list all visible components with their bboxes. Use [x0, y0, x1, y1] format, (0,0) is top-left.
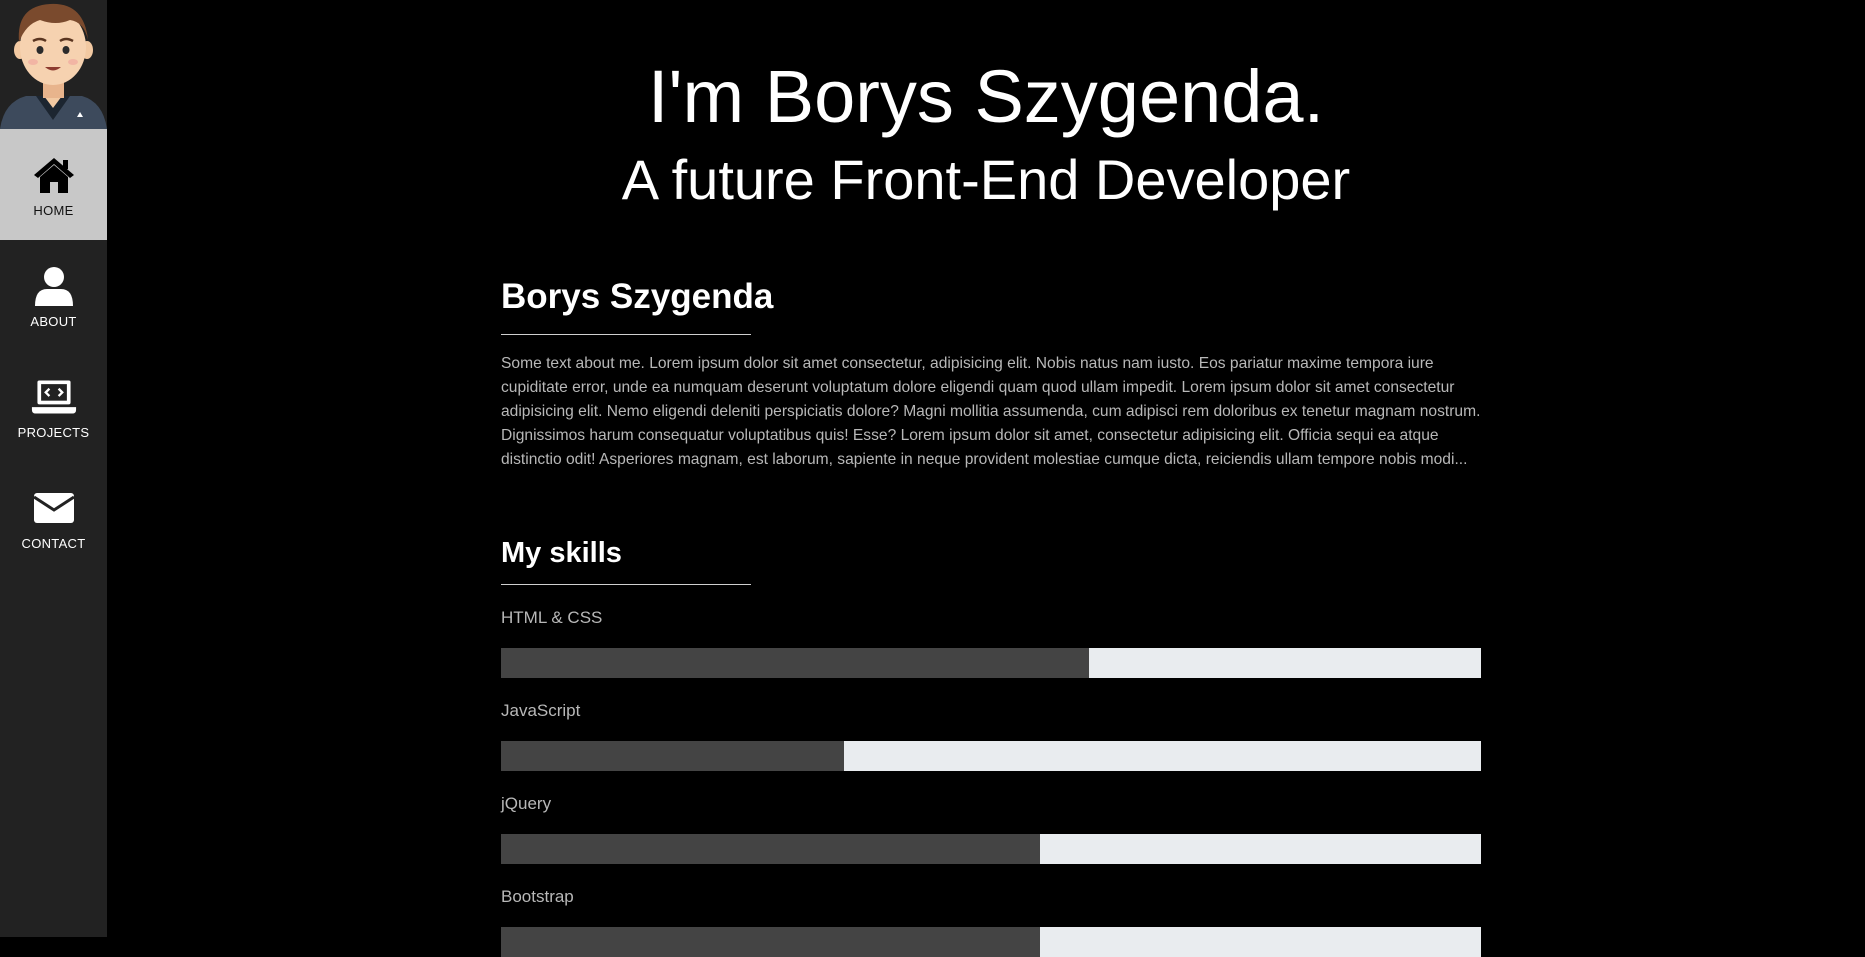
skill-progress-bar: [501, 648, 1481, 678]
skill-progress-fill: [501, 648, 1089, 678]
skill-label: jQuery: [501, 794, 552, 813]
main-content: I'm Borys Szygenda. A future Front-End D…: [107, 0, 1865, 957]
hero-subtitle: A future Front-End Developer: [621, 148, 1351, 211]
hero-title: I'm Borys Szygenda.: [647, 55, 1325, 138]
skills-divider: [501, 584, 751, 585]
user-icon: [31, 266, 77, 306]
avatar: [0, 0, 107, 129]
skill-progress-fill: [501, 834, 1040, 864]
skill-progress-fill: [501, 741, 844, 771]
nav-label-home: HOME: [33, 203, 74, 218]
nav-label-projects: PROJECTS: [17, 425, 90, 440]
nav-label-contact: CONTACT: [21, 536, 86, 551]
envelope-icon: [31, 488, 77, 528]
laptop-code-icon: [31, 377, 77, 417]
nav-label-about: ABOUT: [30, 314, 77, 329]
skill-label: HTML & CSS: [501, 608, 603, 627]
skills-heading: My skills: [501, 537, 622, 569]
skill-progress-bar: [501, 834, 1481, 864]
nav-item-home[interactable]: HOME: [0, 129, 107, 240]
nav-item-about[interactable]: ABOUT: [0, 240, 107, 351]
skill-progress-bar: [501, 741, 1481, 771]
sidebar: HOME ABOUT PROJECTS CONTACT: [0, 0, 107, 937]
home-icon: [31, 155, 77, 195]
about-divider: [501, 334, 751, 335]
skill-progress-bar: [501, 927, 1481, 957]
nav-item-projects[interactable]: PROJECTS: [0, 351, 107, 462]
nav-item-contact[interactable]: CONTACT: [0, 462, 107, 573]
skill-progress-fill: [501, 927, 1040, 957]
skill-label: JavaScript: [501, 701, 581, 720]
about-text: Some text about me. Lorem ipsum dolor si…: [501, 355, 1481, 468]
skill-label: Bootstrap: [501, 887, 574, 906]
about-heading: Borys Szygenda: [501, 277, 774, 316]
